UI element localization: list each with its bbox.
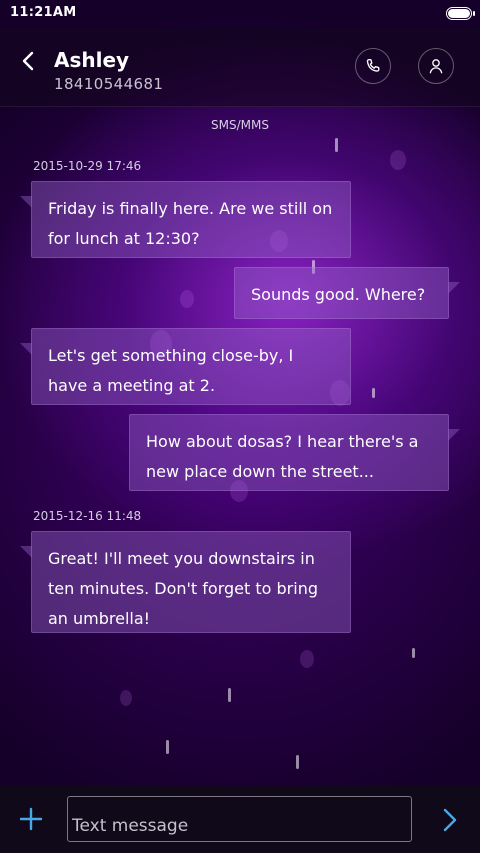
incoming-message-bubble[interactable]: Friday is finally here. Are we still on …: [20, 181, 351, 258]
rain-streak: [335, 138, 338, 152]
message-text: Let's get something close-by, I have a m…: [48, 346, 294, 395]
rain-streak: [372, 388, 375, 398]
message-composer: [0, 785, 480, 853]
battery-icon: [446, 7, 475, 20]
chevron-left-icon[interactable]: [16, 48, 44, 76]
outgoing-message-bubble[interactable]: Sounds good. Where?: [234, 267, 460, 319]
outgoing-message-bubble[interactable]: How about dosas? I hear there's a new pl…: [129, 414, 460, 491]
conversation-header: Ashley 18410544681: [0, 28, 480, 107]
contact-name: Ashley: [54, 48, 130, 72]
status-time: 11:21AM: [10, 5, 77, 20]
bokeh-dot: [390, 150, 406, 170]
phone-icon: [366, 58, 380, 72]
message-text: How about dosas? I hear there's a new pl…: [146, 432, 419, 481]
message-text: Sounds good. Where?: [251, 285, 426, 304]
rain-streak: [228, 688, 231, 702]
bokeh-dot: [180, 290, 194, 308]
timestamp: 2015-10-29 17:46: [33, 159, 142, 173]
rain-streak: [166, 740, 169, 754]
status-bar: 11:21AM: [0, 0, 480, 28]
channel-label: SMS/MMS: [211, 118, 269, 132]
rain-streak: [296, 755, 299, 769]
send-arrow-icon[interactable]: [440, 807, 460, 833]
bokeh-dot: [120, 690, 132, 706]
timestamp: 2015-12-16 11:48: [33, 509, 142, 523]
contact-number: 18410544681: [54, 75, 164, 93]
call-button[interactable]: [355, 48, 391, 84]
bokeh-dot: [300, 650, 314, 668]
message-input[interactable]: [67, 796, 412, 842]
rain-streak: [412, 648, 415, 658]
incoming-message-bubble[interactable]: Let's get something close-by, I have a m…: [20, 328, 351, 405]
message-text: Friday is finally here. Are we still on …: [48, 199, 333, 248]
incoming-message-bubble[interactable]: Great! I'll meet you downstairs in ten m…: [20, 531, 351, 633]
message-text: Great! I'll meet you downstairs in ten m…: [48, 549, 318, 628]
person-icon: [429, 59, 443, 74]
contact-profile-button[interactable]: [418, 48, 454, 84]
plus-icon[interactable]: [18, 806, 44, 832]
